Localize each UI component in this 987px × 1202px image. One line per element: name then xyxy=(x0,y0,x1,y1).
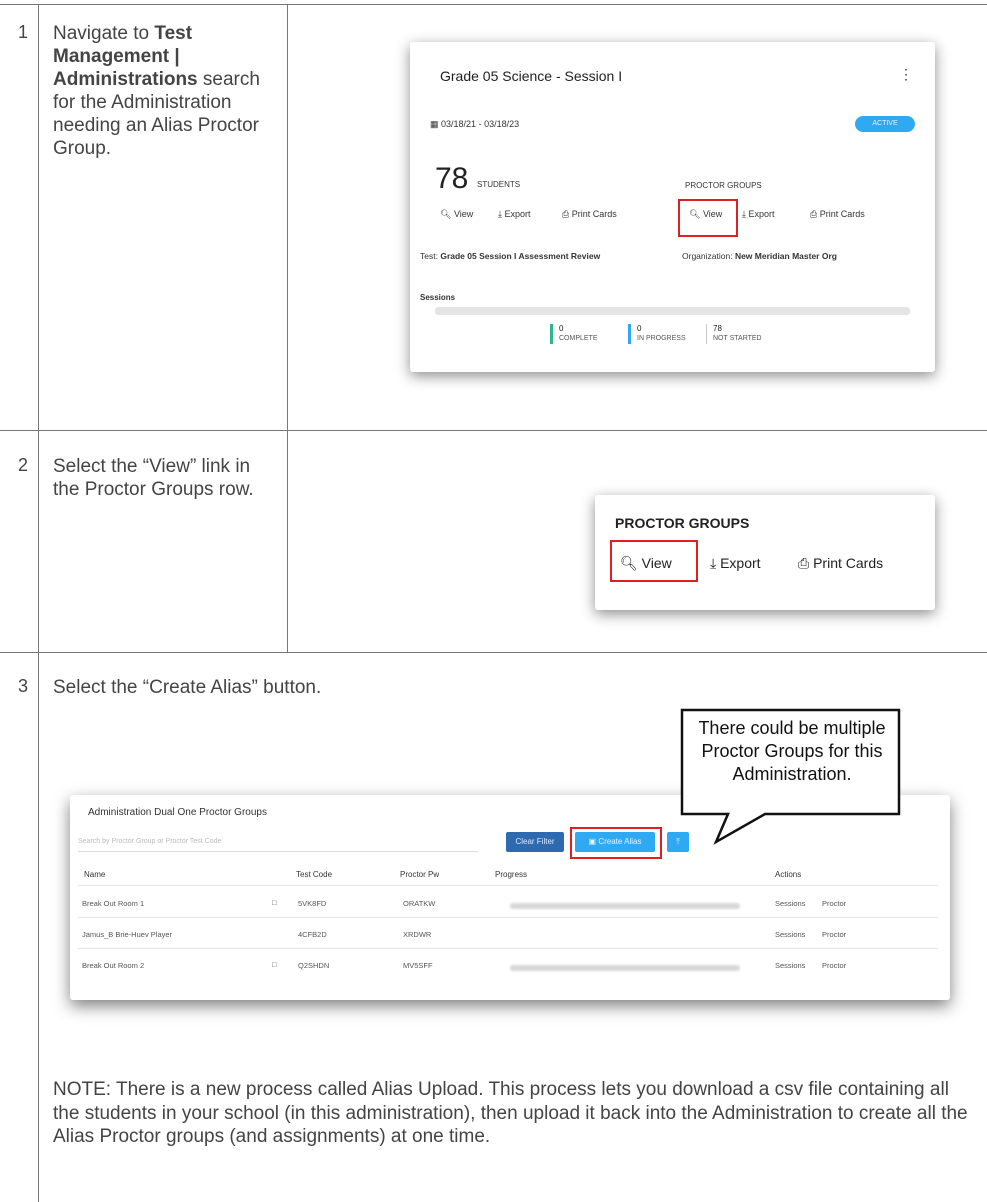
row-divider xyxy=(78,948,938,949)
download-icon: ⤓ xyxy=(742,209,746,219)
row-divider-2 xyxy=(0,652,987,653)
comment-icon[interactable]: □ xyxy=(272,898,277,907)
stat-not-started: 78 NOT STARTED xyxy=(706,324,762,344)
row-2-code: 4CFB2D xyxy=(298,930,327,939)
callout-text: There could be multiple Proctor Groups f… xyxy=(698,718,886,784)
clear-filter-button[interactable]: Clear Filter xyxy=(506,832,564,852)
students-count: 78 xyxy=(435,162,469,195)
calendar-icon: ▦ xyxy=(430,119,439,129)
proctor-print-link[interactable]: ⎙ Print Cards xyxy=(798,555,883,572)
note-text: NOTE: There is a new process called Alia… xyxy=(53,1079,968,1147)
step-number: 1 xyxy=(18,22,29,42)
sessions-link[interactable]: Sessions xyxy=(775,899,805,908)
step-3-text: Select the “Create Alias” button. xyxy=(53,677,322,698)
students-label: STUDENTS xyxy=(477,180,521,189)
proctor-link[interactable]: Proctor xyxy=(822,961,846,970)
row-2-pw: XRDWR xyxy=(403,930,432,939)
proctor-export-link[interactable]: ⤓ Export xyxy=(710,555,761,572)
stat-complete: 0 COMPLETE xyxy=(550,324,598,344)
printer-icon: ⎙ xyxy=(810,209,818,219)
printer-icon: ⎙ xyxy=(798,555,810,571)
num-col-divider xyxy=(38,4,39,1202)
more-menu-icon[interactable]: ⋮ xyxy=(899,66,913,83)
download-icon: ⤓ xyxy=(710,555,717,571)
step-1-text: Navigate to Test Management | Administra… xyxy=(53,23,260,159)
students-export-link[interactable]: ⤓ Export xyxy=(498,209,531,220)
proctor-link[interactable]: Proctor xyxy=(822,899,846,908)
row-3-progress xyxy=(510,965,740,971)
step-number: 3 xyxy=(18,676,29,696)
row-divider xyxy=(78,917,938,918)
sessions-label: Sessions xyxy=(420,293,456,302)
row-1-name: Break Out Room 1 xyxy=(82,899,145,908)
create-alias-highlight-box xyxy=(570,827,662,859)
search-icon: 🔍︎ xyxy=(440,209,452,219)
row-2-name: Jamus_B Brie-Huev Player xyxy=(82,930,173,939)
administration-card: Grade 05 Science - Session I ⋮ ▦ 03/18/2… xyxy=(410,42,935,372)
test-info: Test: Grade 05 Session I Assessment Revi… xyxy=(420,251,601,261)
column-header-actions: Actions xyxy=(775,870,802,879)
row-divider-1 xyxy=(0,430,987,431)
proctor-groups-card: PROCTOR GROUPS 🔍︎ View ⤓ Export ⎙ Print … xyxy=(595,495,935,610)
row-3-code: Q2SHDN xyxy=(298,961,330,970)
step-number: 2 xyxy=(18,455,29,475)
table-title: Administration Dual One Proctor Groups xyxy=(88,807,267,818)
proctor-groups-label: PROCTOR GROUPS xyxy=(685,181,762,190)
column-header-progress: Progress xyxy=(495,870,528,879)
proctor-export-link[interactable]: ⤓ Export xyxy=(742,209,775,220)
table-top-border xyxy=(0,4,987,5)
column-header-test-code: Test Code xyxy=(296,870,333,879)
step-2-text: Select the “View” link in the Proctor Gr… xyxy=(53,456,254,500)
students-view-link[interactable]: 🔍︎ View xyxy=(440,209,473,220)
view-highlight-box xyxy=(678,199,738,237)
students-print-link[interactable]: ⎙ Print Cards xyxy=(562,209,617,220)
stat-in-progress: 0 IN PROGRESS xyxy=(628,324,686,344)
sessions-link[interactable]: Sessions xyxy=(775,961,805,970)
card-title: Grade 05 Science - Session I xyxy=(440,68,623,84)
header-divider xyxy=(78,885,938,886)
status-badge: ACTIVE xyxy=(855,116,915,132)
org-info: Organization: New Meridian Master Org xyxy=(682,251,837,261)
sessions-link[interactable]: Sessions xyxy=(775,930,805,939)
row-1-code: 5VK8FD xyxy=(298,899,327,908)
column-header-name: Name xyxy=(84,870,106,879)
sessions-progress-bar xyxy=(435,307,910,315)
proctor-print-link[interactable]: ⎙ Print Cards xyxy=(810,209,865,220)
proctor-link[interactable]: Proctor xyxy=(822,930,846,939)
search-input[interactable]: Search by Proctor Group or Proctor Test … xyxy=(78,833,478,852)
proctor-groups-heading: PROCTOR GROUPS xyxy=(615,515,750,531)
download-icon: ⤓ xyxy=(498,209,502,219)
comment-icon[interactable]: □ xyxy=(272,960,277,969)
view-highlight-box xyxy=(610,540,698,582)
date-range: ▦ 03/18/21 - 03/18/23 xyxy=(430,119,520,129)
row-1-progress xyxy=(510,903,740,909)
row-3-name: Break Out Room 2 xyxy=(82,961,145,970)
mid-col-divider xyxy=(287,4,288,652)
row-1-pw: ORATKW xyxy=(403,899,436,908)
column-header-proctor-pw: Proctor Pw xyxy=(400,870,440,879)
row-3-pw: MV5SFF xyxy=(403,961,433,970)
printer-icon: ⎙ xyxy=(562,209,570,219)
